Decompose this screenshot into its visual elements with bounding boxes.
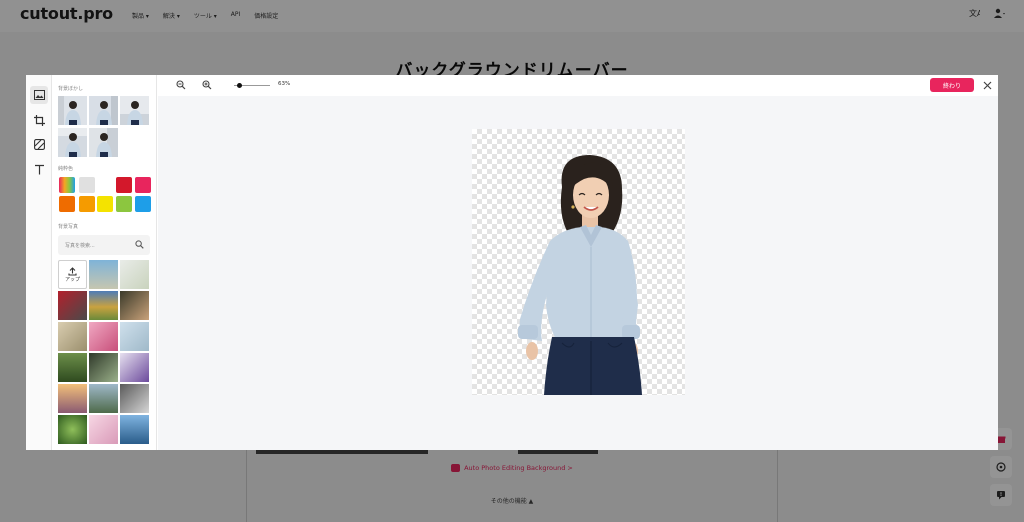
- preset-thumbnail[interactable]: [89, 128, 118, 157]
- color-swatch[interactable]: [135, 177, 151, 193]
- erase-restore-icon: [33, 138, 45, 150]
- background-photo[interactable]: [120, 291, 149, 320]
- color-swatch[interactable]: [79, 177, 95, 193]
- background-photo[interactable]: [120, 322, 149, 351]
- upload-photo-button[interactable]: アップ: [58, 260, 87, 289]
- background-photo[interactable]: [58, 384, 87, 413]
- erase-restore-tool-button[interactable]: [30, 135, 48, 153]
- background-photo[interactable]: [58, 415, 87, 444]
- background-panel: 背景ぼかし 純粋色 背景写真 写真を検索... アップ: [53, 75, 157, 450]
- background-photo[interactable]: [120, 415, 149, 444]
- preset-thumbnail[interactable]: [120, 96, 149, 125]
- preset-thumbnail[interactable]: [58, 96, 87, 125]
- photos-label: 背景写真: [58, 224, 79, 230]
- background-photo[interactable]: [58, 291, 87, 320]
- color-swatch[interactable]: [116, 196, 132, 212]
- close-icon: [983, 81, 991, 89]
- color-swatch[interactable]: [59, 196, 75, 212]
- zoom-in-icon[interactable]: [202, 80, 212, 90]
- background-photo[interactable]: [89, 384, 118, 413]
- photo-search-placeholder: 写真を検索...: [65, 242, 95, 249]
- text-icon: [34, 164, 44, 174]
- background-photo[interactable]: [120, 384, 149, 413]
- zoom-percentage: 63%: [278, 81, 291, 87]
- background-photo[interactable]: [120, 353, 149, 382]
- background-photo[interactable]: [89, 415, 118, 444]
- close-button[interactable]: [980, 78, 994, 92]
- editor-modal: 背景ぼかし 純粋色 背景写真 写真を検索... アップ 63% 終わり: [26, 75, 998, 450]
- preset-thumbnail[interactable]: [58, 128, 87, 157]
- background-photo[interactable]: [58, 353, 87, 382]
- photo-search-input[interactable]: 写真を検索...: [58, 235, 150, 255]
- color-swatch[interactable]: [97, 196, 113, 212]
- zoom-out-icon[interactable]: [176, 80, 186, 90]
- background-icon: [33, 90, 45, 100]
- background-photo[interactable]: [58, 322, 87, 351]
- text-tool-button[interactable]: [30, 160, 48, 178]
- background-photo[interactable]: [89, 260, 118, 289]
- color-swatch[interactable]: [135, 196, 151, 212]
- color-swatch[interactable]: [116, 177, 132, 193]
- cutout-subject-image: [518, 155, 642, 395]
- presets-label: 背景ぼかし: [58, 86, 84, 92]
- editor-toolbar: 63% 終わり: [158, 75, 998, 96]
- background-photo[interactable]: [120, 260, 149, 289]
- zoom-slider-handle[interactable]: [237, 83, 242, 88]
- color-swatch[interactable]: [99, 177, 115, 193]
- background-photo[interactable]: [89, 353, 118, 382]
- done-button[interactable]: 終わり: [930, 78, 974, 92]
- crop-tool-button[interactable]: [30, 111, 48, 129]
- color-swatch[interactable]: [79, 196, 95, 212]
- background-photo[interactable]: [89, 322, 118, 351]
- color-picker-swatch[interactable]: [59, 177, 75, 193]
- upload-label: アップ: [64, 276, 80, 283]
- cutout-image-canvas[interactable]: [472, 129, 685, 395]
- crop-icon: [33, 114, 45, 126]
- tool-rail: [26, 75, 52, 450]
- upload-icon: [68, 266, 77, 276]
- preset-thumbnail[interactable]: [89, 96, 118, 125]
- colors-label: 純粋色: [58, 166, 74, 172]
- search-icon[interactable]: [135, 240, 144, 249]
- background-tool-button[interactable]: [30, 86, 48, 104]
- background-photo[interactable]: [89, 291, 118, 320]
